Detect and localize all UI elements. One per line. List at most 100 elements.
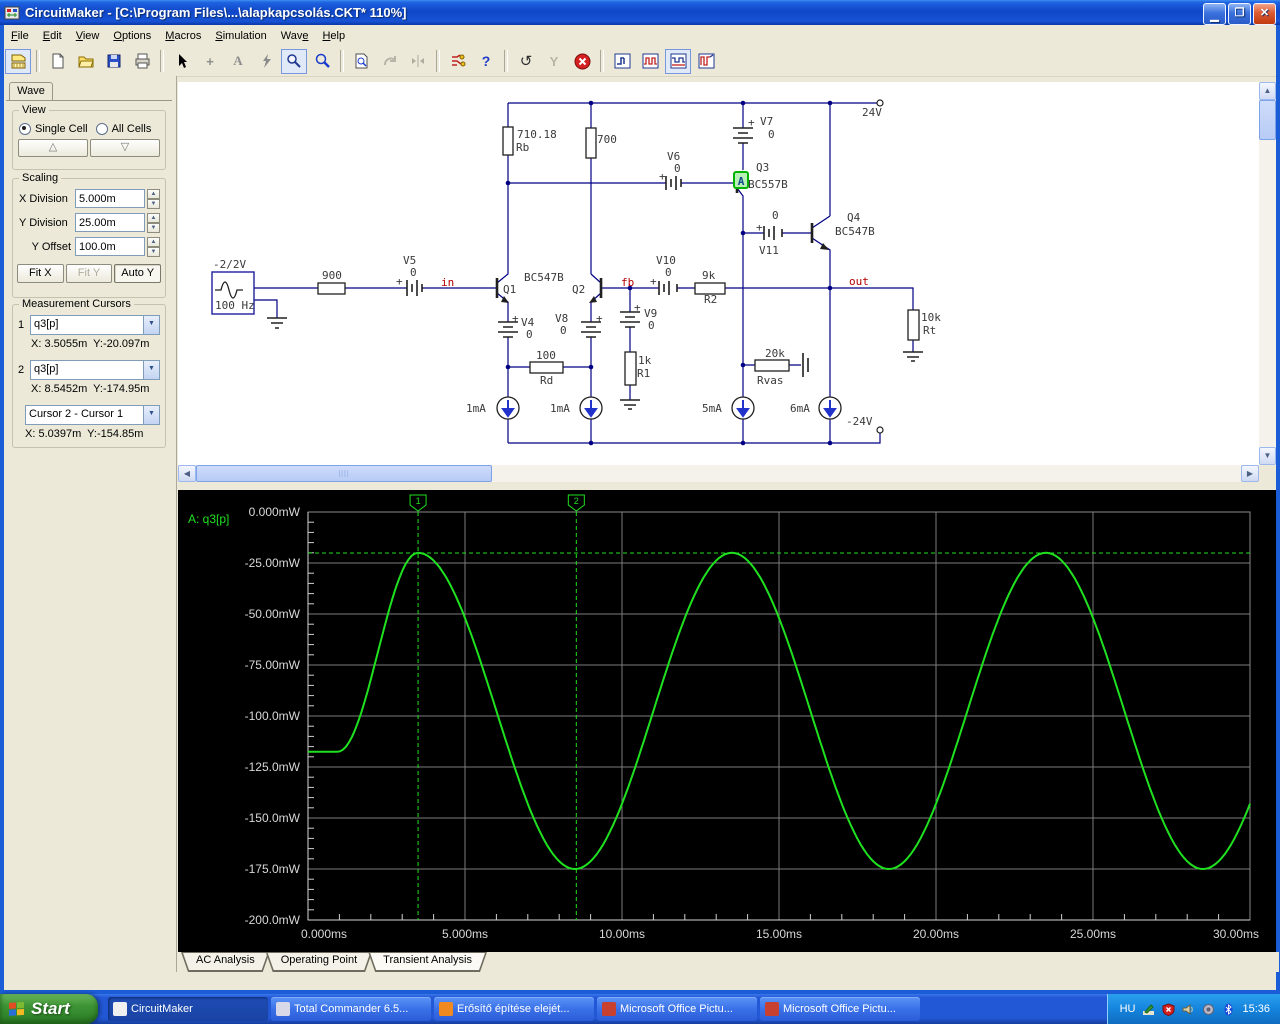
scroll-up-arrow[interactable]: ▲ — [1259, 82, 1276, 100]
taskbar-task-2[interactable]: Total Commander 6.5... — [271, 997, 431, 1021]
print-icon[interactable] — [129, 49, 155, 74]
start-button[interactable]: Start — [0, 994, 98, 1024]
schematic-label: -2/2V — [213, 258, 246, 271]
minimize-button[interactable]: ▁ — [1203, 3, 1226, 25]
toolbar-separator — [600, 50, 604, 72]
cursor2-signal-select[interactable]: q3[p] ▼ — [30, 360, 160, 380]
taskbar-task-3[interactable]: Erősítő építése elejét... — [434, 997, 594, 1021]
mixed-scope-icon[interactable] — [665, 48, 691, 74]
schematic-canvas[interactable]: A -2/2V 100 Hz 900 V5 0 + in Q1 BC547B Q2 V4 0 + V8 0 +… — [178, 82, 1259, 465]
help-icon[interactable]: ? — [473, 49, 499, 74]
single-cell-label[interactable]: Single Cell — [35, 123, 88, 135]
clock[interactable]: 15:36 — [1242, 1003, 1270, 1015]
tab-ac-analysis[interactable]: AC Analysis — [181, 952, 270, 972]
schematic-label: + — [596, 312, 603, 325]
schematic-label: 700 — [597, 133, 617, 146]
y-division-spinner[interactable]: ▲ ▼ — [147, 213, 160, 233]
menu-simulation[interactable]: Simulation — [208, 27, 273, 45]
cell-up-button[interactable]: △ — [18, 139, 88, 157]
security-alert-icon[interactable] — [1162, 1002, 1175, 1016]
rotate-icon[interactable] — [377, 49, 403, 74]
menu-file[interactable]: File — [4, 27, 36, 45]
schematic-label: + — [634, 301, 641, 314]
fit-y-button[interactable]: Fit Y — [65, 264, 113, 283]
chevron-down-icon[interactable]: ▼ — [143, 406, 159, 424]
schematic-label: 6mA — [790, 402, 810, 415]
select-arrow-icon[interactable] — [169, 49, 195, 74]
hscroll-thumb[interactable]: |||| — [196, 465, 492, 482]
save-file-icon[interactable] — [101, 49, 127, 74]
y-division-input[interactable] — [75, 213, 145, 232]
tab-transient-analysis[interactable]: Transient Analysis — [368, 952, 487, 972]
menu-view[interactable]: View — [69, 27, 107, 45]
tab-operating-point[interactable]: Operating Point — [266, 952, 372, 972]
schematic-label: out — [849, 275, 869, 288]
probe-tool-icon[interactable] — [281, 48, 307, 74]
language-indicator[interactable]: HU — [1120, 1003, 1136, 1015]
splitter[interactable] — [178, 482, 1276, 490]
probe-marker[interactable]: A — [733, 171, 749, 189]
y-offset-spinner[interactable]: ▲ ▼ — [147, 237, 160, 257]
analog-scope-icon[interactable] — [637, 49, 663, 74]
mirror-icon[interactable] — [405, 49, 431, 74]
close-button[interactable]: ✕ — [1253, 3, 1276, 25]
pen-input-icon[interactable] — [1142, 1003, 1155, 1016]
all-cells-radio[interactable] — [95, 123, 108, 135]
schematic-batteries[interactable] — [406, 127, 809, 377]
system-tray: HU 15:36 — [1106, 994, 1280, 1024]
menu-help[interactable]: Help — [315, 27, 352, 45]
scroll-left-arrow[interactable]: ◀ — [178, 465, 196, 482]
volume-icon[interactable] — [1182, 1003, 1195, 1016]
menu-options[interactable]: Options — [106, 27, 158, 45]
taskbar-task-4[interactable]: Microsoft Office Pictu... — [597, 997, 757, 1021]
cell-down-button[interactable]: ▽ — [90, 139, 160, 157]
menu-macros[interactable]: Macros — [158, 27, 208, 45]
y-offset-input[interactable] — [75, 237, 145, 256]
wire-plus-icon[interactable]: + — [197, 49, 223, 74]
cursor-diff-select[interactable]: Cursor 2 - Cursor 1 ▼ — [25, 405, 160, 425]
reset-icon[interactable]: ↺ — [513, 49, 539, 74]
simulation-settings-icon[interactable] — [445, 49, 471, 74]
zoom-icon[interactable] — [309, 49, 335, 74]
schematic-hscrollbar[interactable]: ◀ |||| ▶ — [178, 465, 1259, 482]
titlebar[interactable]: CircuitMaker - [C:\Program Files\...\ala… — [0, 0, 1280, 25]
zoom-window-icon[interactable] — [349, 49, 375, 74]
taskbar-task-5[interactable]: Microsoft Office Pictu... — [760, 997, 920, 1021]
vscroll-thumb[interactable] — [1259, 100, 1276, 140]
x-division-spinner[interactable]: ▲ ▼ — [147, 189, 160, 209]
repair-wrench-icon[interactable]: Y — [541, 49, 567, 74]
toolbar-separator — [340, 50, 344, 72]
scroll-down-arrow[interactable]: ▼ — [1259, 447, 1276, 465]
cursor1-signal-select[interactable]: q3[p] ▼ — [30, 315, 160, 335]
windows-logo-icon — [9, 1001, 24, 1016]
logic-scope-icon[interactable] — [693, 49, 719, 74]
taskbar-task-1[interactable]: CircuitMaker — [108, 997, 268, 1021]
schematic-label: V11 — [759, 244, 779, 257]
auto-y-button[interactable]: Auto Y — [114, 264, 162, 283]
stop-simulation-icon[interactable] — [569, 49, 595, 74]
schematic-vscrollbar[interactable]: ▲ ▼ — [1259, 82, 1276, 465]
tab-wave[interactable]: Wave — [9, 82, 53, 101]
scroll-right-arrow[interactable]: ▶ — [1241, 465, 1259, 482]
text-tool-icon[interactable]: A — [225, 49, 251, 74]
waveform-plot[interactable]: 0.000mW -25.00mW -50.00mW -75.00mW -100.0mW -… — [178, 490, 1276, 952]
all-cells-label[interactable]: All Cells — [112, 123, 152, 135]
x-division-input[interactable] — [75, 189, 145, 208]
chevron-down-icon[interactable]: ▼ — [143, 361, 159, 379]
sound-device-icon[interactable] — [1202, 1003, 1215, 1016]
bluetooth-icon[interactable] — [1222, 1003, 1235, 1016]
fit-x-button[interactable]: Fit X — [17, 264, 64, 283]
chevron-down-icon[interactable]: ▼ — [143, 316, 159, 334]
delete-lightning-icon[interactable] — [253, 49, 279, 74]
new-file-icon[interactable] — [45, 49, 71, 74]
menu-edit[interactable]: Edit — [36, 27, 69, 45]
digital-scope-icon[interactable] — [609, 49, 635, 74]
cursor-diff-readout: X: 5.0397m Y:-154.85m — [25, 428, 144, 440]
schematic-label: 0 — [768, 128, 775, 141]
parts-bin-icon[interactable] — [5, 48, 31, 74]
menu-wave[interactable]: Wave — [274, 27, 316, 45]
restore-button[interactable]: ❐ — [1228, 3, 1251, 25]
open-file-icon[interactable] — [73, 49, 99, 74]
schematic-label: 0 — [772, 209, 779, 222]
single-cell-radio[interactable] — [19, 123, 31, 135]
